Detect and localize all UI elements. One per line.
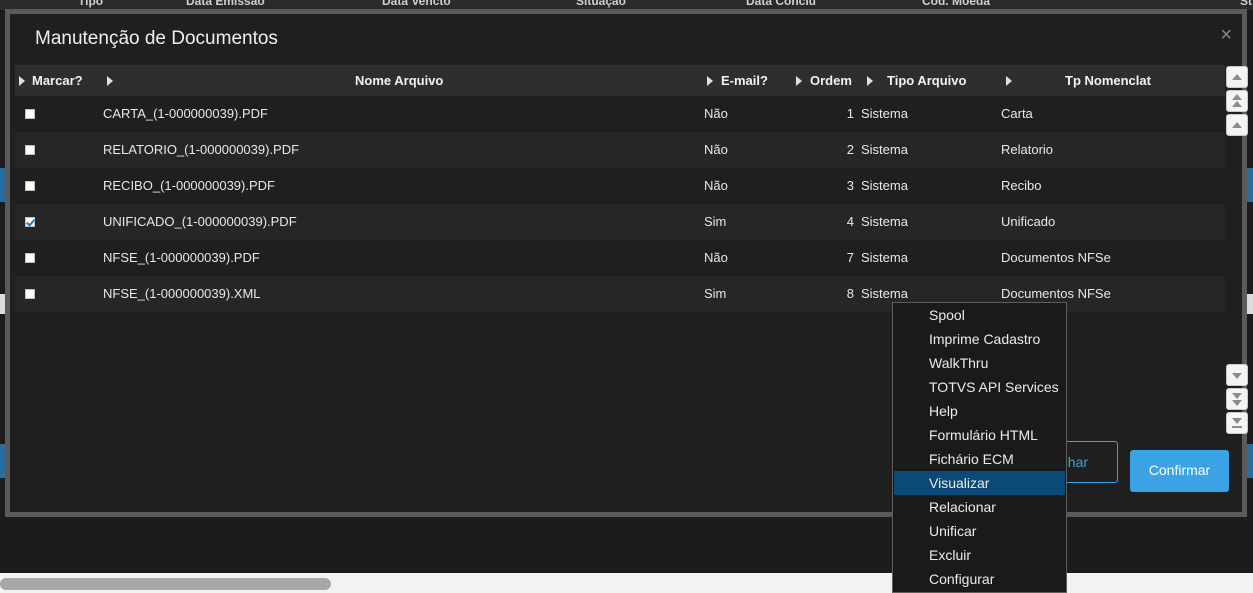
header-nome-arquivo[interactable]: Nome Arquivo [355, 73, 443, 88]
menu-item-configurar[interactable]: Configurar [894, 567, 1065, 591]
menu-item-relacionar[interactable]: Relacionar [894, 495, 1065, 519]
menu-item-unificar[interactable]: Unificar [894, 519, 1065, 543]
table-row[interactable]: RELATORIO_(1-000000039).PDF Não 2 Sistem… [15, 132, 1225, 168]
table-row[interactable]: UNIFICADO_(1-000000039).PDF Sim 4 Sistem… [15, 204, 1225, 240]
row-checkbox-checked[interactable] [25, 217, 35, 227]
row-checkbox[interactable] [25, 181, 35, 191]
bg-column-st: St [1240, 0, 1252, 8]
cell-email: Sim [704, 286, 727, 301]
scroll-top-button[interactable] [1226, 66, 1248, 88]
cell-tp-nomenclat: Unificado [1001, 214, 1056, 229]
bg-selected-row-right [1247, 168, 1253, 202]
sort-tipo-arquivo-icon[interactable] [867, 76, 873, 86]
table-row[interactable]: CARTA_(1-000000039).PDF Não 1 Sistema Ca… [15, 96, 1225, 132]
bg-column-data-emissao: Data Emissão [186, 0, 265, 8]
sort-ordem-icon[interactable] [796, 76, 802, 86]
menu-item-totvs-api-services[interactable]: TOTVS API Services [894, 375, 1065, 399]
cell-nome-arquivo: NFSE_(1-000000039).XML [103, 286, 261, 301]
cell-tipo-arquivo: Sistema [861, 250, 908, 265]
context-menu: Spool Imprime Cadastro WalkThru TOTVS AP… [892, 302, 1067, 593]
scroll-down-button[interactable] [1226, 364, 1248, 386]
bg-column-tipo: Tipo [78, 0, 104, 8]
row-checkbox[interactable] [25, 109, 35, 119]
cell-tipo-arquivo: Sistema [861, 286, 908, 301]
menu-item-excluir[interactable]: Excluir [894, 543, 1065, 567]
cell-nome-arquivo: CARTA_(1-000000039).PDF [103, 106, 268, 121]
grid-header: Marcar? Nome Arquivo E-mail? Ordem Tipo … [15, 65, 1225, 96]
close-icon[interactable]: × [1220, 24, 1232, 47]
header-tp-nomenclat[interactable]: Tp Nomenclat [1065, 73, 1151, 88]
bg-light-strip-right [1247, 294, 1253, 314]
modal-title: Manutenção de Documentos [35, 28, 278, 49]
menu-item-walkthru[interactable]: WalkThru [894, 351, 1065, 375]
menu-item-visualizar[interactable]: Visualizar [894, 471, 1065, 495]
cell-tipo-arquivo: Sistema [861, 142, 908, 157]
header-marcar[interactable]: Marcar? [32, 73, 83, 88]
menu-item-formulario-html[interactable]: Formulário HTML [894, 423, 1065, 447]
menu-item-spool[interactable]: Spool [894, 303, 1065, 327]
cell-email: Não [704, 250, 728, 265]
cell-email: Sim [704, 214, 727, 229]
header-ordem[interactable]: Ordem [810, 73, 852, 88]
cell-ordem: 7 [846, 250, 854, 265]
table-row[interactable]: NFSE_(1-000000039).PDF Não 7 Sistema Doc… [15, 240, 1225, 276]
cell-nome-arquivo: NFSE_(1-000000039).PDF [103, 250, 260, 265]
sort-marcar-icon[interactable] [19, 76, 25, 86]
cell-ordem: 2 [846, 142, 854, 157]
row-checkbox[interactable] [25, 253, 35, 263]
cell-ordem: 1 [846, 106, 854, 121]
sort-nome-arquivo-icon[interactable] [107, 76, 113, 86]
cell-ordem: 4 [846, 214, 854, 229]
cell-email: Não [704, 142, 728, 157]
menu-item-imprime-cadastro[interactable]: Imprime Cadastro [894, 327, 1065, 351]
row-checkbox[interactable] [25, 289, 35, 299]
sort-email-icon[interactable] [707, 76, 713, 86]
bg-column-situacao: Situação [576, 0, 627, 8]
menu-item-help[interactable]: Help [894, 399, 1065, 423]
cell-nome-arquivo: UNIFICADO_(1-000000039).PDF [103, 214, 297, 229]
horizontal-scrollbar[interactable] [0, 578, 331, 590]
cell-tp-nomenclat: Documentos NFSe [1001, 286, 1111, 301]
cell-tipo-arquivo: Sistema [861, 106, 908, 121]
header-email[interactable]: E-mail? [721, 73, 768, 88]
row-checkbox[interactable] [25, 145, 35, 155]
cell-tp-nomenclat: Documentos NFSe [1001, 250, 1111, 265]
cell-nome-arquivo: RECIBO_(1-000000039).PDF [103, 178, 275, 193]
bg-band-right-lower [1247, 444, 1253, 478]
cell-email: Não [704, 178, 728, 193]
menu-item-fichario-ecm[interactable]: Fichário ECM [894, 447, 1065, 471]
sort-tp-nomenclat-icon[interactable] [1006, 76, 1012, 86]
scroll-up-button[interactable] [1226, 114, 1248, 136]
cell-tipo-arquivo: Sistema [861, 178, 908, 193]
header-tipo-arquivo[interactable]: Tipo Arquivo [887, 73, 966, 88]
scroll-page-down-button[interactable] [1226, 388, 1248, 410]
documents-grid: Marcar? Nome Arquivo E-mail? Ordem Tipo … [15, 65, 1225, 312]
cell-ordem: 3 [846, 178, 854, 193]
scroll-bottom-button[interactable] [1226, 412, 1248, 434]
bg-column-cod-moeda: Cód. Moeda [922, 0, 990, 8]
scroll-page-up-button[interactable] [1226, 90, 1248, 112]
bg-column-data-conclu: Data Conclu [746, 0, 817, 8]
cell-tp-nomenclat: Relatorio [1001, 142, 1054, 157]
cell-tp-nomenclat: Recibo [1001, 178, 1042, 193]
bg-column-data-vencto: Data Vencto [382, 0, 451, 8]
table-row[interactable]: RECIBO_(1-000000039).PDF Não 3 Sistema R… [15, 168, 1225, 204]
cell-tipo-arquivo: Sistema [861, 214, 908, 229]
cell-ordem: 8 [846, 286, 854, 301]
cell-nome-arquivo: RELATORIO_(1-000000039).PDF [103, 142, 300, 157]
cell-email: Não [704, 106, 728, 121]
cell-tp-nomenclat: Carta [1001, 106, 1033, 121]
confirmar-button[interactable]: Confirmar [1130, 450, 1229, 492]
